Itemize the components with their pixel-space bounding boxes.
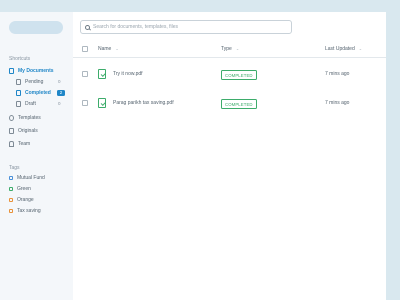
file-check-icon (98, 69, 106, 79)
sidebar-item-pending[interactable]: Pending (16, 77, 43, 86)
file-check-icon (98, 98, 106, 108)
draft-count: 0 (58, 101, 61, 106)
tag-color-icon (9, 187, 13, 191)
tag-tax-saving[interactable]: Tax saving (9, 207, 41, 215)
sidebar-item-label: Team (18, 140, 31, 147)
team-icon (9, 140, 14, 147)
column-header-type[interactable]: Type ⌄ (221, 46, 239, 52)
tag-color-icon (9, 209, 13, 213)
column-header-label: Last Updated (325, 46, 355, 52)
folder-icon (9, 67, 14, 74)
tag-green[interactable]: Green (9, 185, 31, 193)
chevron-down-icon: ⌄ (115, 46, 119, 51)
sidebar-item-templates[interactable]: Templates (9, 113, 41, 122)
select-all-checkbox[interactable] (82, 46, 88, 52)
document-icon (9, 127, 14, 134)
document-icon (16, 89, 21, 96)
sidebar-item-completed[interactable]: Completed (16, 88, 51, 97)
sidebar-item-draft[interactable]: Draft (16, 99, 36, 108)
chevron-down-icon: ⌄ (358, 46, 363, 51)
sidebar-item-label: Pending (25, 78, 44, 85)
document-icon (16, 78, 21, 85)
sidebar: Shortcuts My Documents Pending 0 Complet… (0, 12, 73, 300)
gear-icon (9, 114, 14, 121)
tag-label: Tax saving (17, 208, 41, 214)
tag-label: Mutual Fund (17, 175, 45, 181)
file-name[interactable]: Try it now.pdf (113, 71, 143, 77)
table-header: Name ⌄ Type ⌄ Last Updated ⌄ (73, 42, 386, 58)
sidebar-item-originals[interactable]: Originals (9, 126, 38, 135)
column-header-label: Type (221, 46, 232, 52)
status-badge: COMPLETED (221, 99, 257, 109)
sidebar-item-label: Originals (18, 127, 38, 134)
column-header-last-updated[interactable]: Last Updated ⌄ (325, 46, 362, 52)
tag-color-icon (9, 198, 13, 202)
search-box[interactable] (80, 20, 292, 34)
tag-label: Green (17, 186, 31, 192)
sidebar-item-my-documents[interactable]: My Documents (9, 66, 54, 75)
sidebar-item-team[interactable]: Team (9, 139, 30, 148)
status-badge: COMPLETED (221, 70, 257, 80)
tag-label: Orange (17, 197, 34, 203)
tags-heading: Tags (9, 165, 20, 171)
row-checkbox[interactable] (82, 100, 88, 106)
sidebar-item-label: Completed (25, 89, 51, 96)
completed-count-badge: 2 (57, 89, 65, 96)
tag-color-icon (9, 176, 13, 180)
row-checkbox[interactable] (82, 71, 88, 77)
chevron-down-icon: ⌄ (235, 46, 240, 51)
search-input[interactable] (93, 24, 283, 30)
app-window: Shortcuts My Documents Pending 0 Complet… (0, 12, 386, 300)
table-row[interactable]: Try it now.pdf COMPLETED 7 mins ago (73, 61, 386, 91)
sidebar-item-label: My Documents (18, 67, 54, 74)
table-row[interactable]: Parag parikh tax saving.pdf COMPLETED 7 … (73, 90, 386, 120)
document-icon (16, 100, 21, 107)
tag-mutual-fund[interactable]: Mutual Fund (9, 174, 45, 182)
column-header-label: Name (98, 46, 112, 52)
file-name[interactable]: Parag parikh tax saving.pdf (113, 100, 174, 106)
last-updated-value: 7 mins ago (325, 71, 350, 77)
search-icon (85, 24, 90, 30)
tag-orange[interactable]: Orange (9, 196, 34, 204)
sidebar-item-label: Templates (18, 114, 41, 121)
shortcuts-heading: Shortcuts (9, 56, 31, 62)
sidebar-item-label: Draft (25, 100, 36, 107)
pending-count: 0 (58, 79, 61, 84)
column-header-name[interactable]: Name ⌄ (98, 46, 119, 52)
logo (9, 21, 63, 34)
last-updated-value: 7 mins ago (325, 100, 350, 106)
